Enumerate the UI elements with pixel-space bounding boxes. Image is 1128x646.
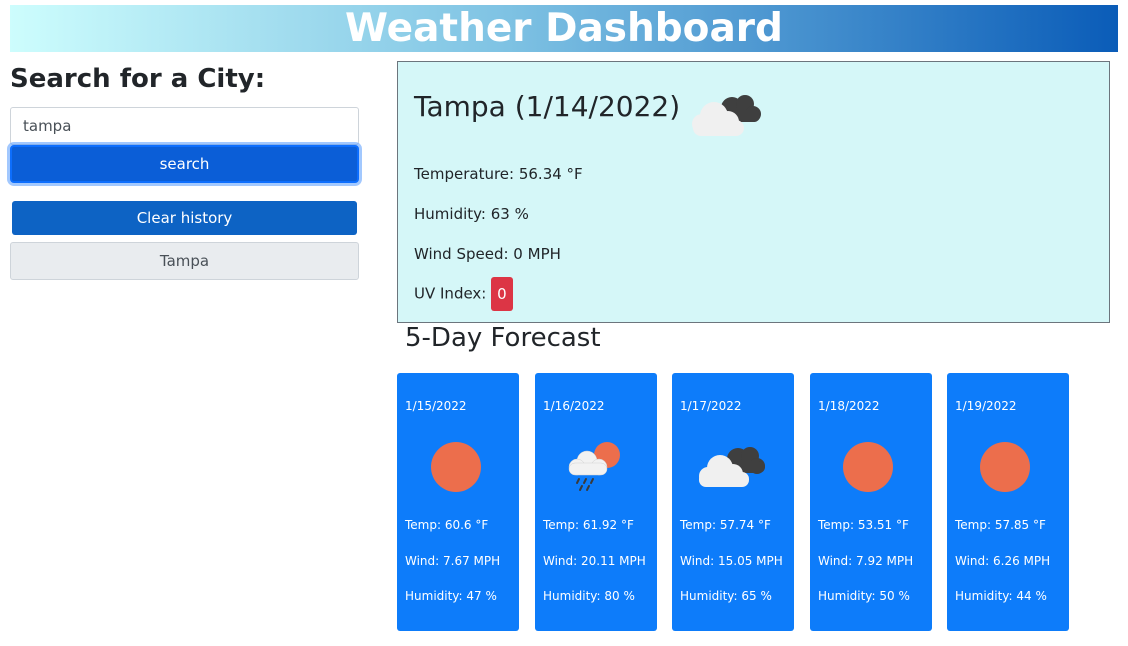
forecast-temp: Temp: 53.51 °F — [818, 518, 909, 532]
clouds-icon — [699, 447, 765, 487]
rain-sun-icon — [568, 442, 620, 491]
current-wind-speed: Wind Speed: 0 MPH — [414, 245, 561, 263]
forecast-temp: Temp: 57.74 °F — [680, 518, 771, 532]
clouds-icon — [692, 95, 761, 136]
forecast-temp: Temp: 61.92 °F — [543, 518, 634, 532]
forecast-wind: Wind: 15.05 MPH — [680, 554, 783, 568]
forecast-humidity: Humidity: 47 % — [405, 589, 497, 603]
forecast-humidity: Humidity: 50 % — [818, 589, 910, 603]
forecast-temp: Temp: 60.6 °F — [405, 518, 489, 532]
current-weather-panel: Tampa (1/14/2022) Temperature: 56.34 °F … — [397, 61, 1110, 323]
forecast-wind: Wind: 7.92 MPH — [818, 554, 914, 568]
forecast-card: 1/15/2022 Temp: 60.6 °F Wind: 7.67 MPH H… — [397, 373, 519, 631]
search-title: Search for a City: — [10, 64, 266, 94]
search-button[interactable]: search — [10, 145, 359, 183]
forecast-date: 1/15/2022 — [405, 399, 467, 413]
forecast-humidity: Humidity: 65 % — [680, 589, 772, 603]
history-item-tampa[interactable]: Tampa — [10, 242, 359, 280]
forecast-card: 1/18/2022 Temp: 53.51 °F Wind: 7.92 MPH … — [810, 373, 932, 631]
forecast-wind: Wind: 6.26 MPH — [955, 554, 1051, 568]
sun-icon — [843, 442, 893, 492]
forecast-wind: Wind: 7.67 MPH — [405, 554, 501, 568]
current-city-date: Tampa (1/14/2022) — [414, 90, 681, 123]
forecast-date: 1/16/2022 — [543, 399, 605, 413]
clear-history-button[interactable]: Clear history — [12, 201, 357, 235]
sun-icon — [431, 442, 481, 492]
forecast-date: 1/17/2022 — [680, 399, 742, 413]
forecast-wind: Wind: 20.11 MPH — [543, 554, 646, 568]
forecast-temp: Temp: 57.85 °F — [955, 518, 1046, 532]
page-title: Weather Dashboard — [345, 6, 783, 51]
page-header: Weather Dashboard — [10, 5, 1118, 52]
current-uv-row: UV Index: 0 — [414, 277, 513, 311]
city-search-input[interactable] — [10, 107, 359, 145]
forecast-card: 1/16/2022 Temp: 61.92 °F Wind: 20.11 MPH… — [535, 373, 657, 631]
current-temperature: Temperature: 56.34 °F — [414, 165, 583, 183]
forecast-date: 1/19/2022 — [955, 399, 1017, 413]
forecast-date: 1/18/2022 — [818, 399, 880, 413]
forecast-humidity: Humidity: 80 % — [543, 589, 635, 603]
uv-index-label: UV Index: — [414, 284, 487, 303]
uv-index-badge: 0 — [491, 277, 513, 311]
sun-icon — [980, 442, 1030, 492]
forecast-card: 1/17/2022 Temp: 57.74 °F Wind: 15.05 MPH… — [672, 373, 794, 631]
forecast-title: 5-Day Forecast — [405, 323, 601, 353]
forecast-humidity: Humidity: 44 % — [955, 589, 1047, 603]
current-humidity: Humidity: 63 % — [414, 205, 529, 223]
forecast-card: 1/19/2022 Temp: 57.85 °F Wind: 6.26 MPH … — [947, 373, 1069, 631]
